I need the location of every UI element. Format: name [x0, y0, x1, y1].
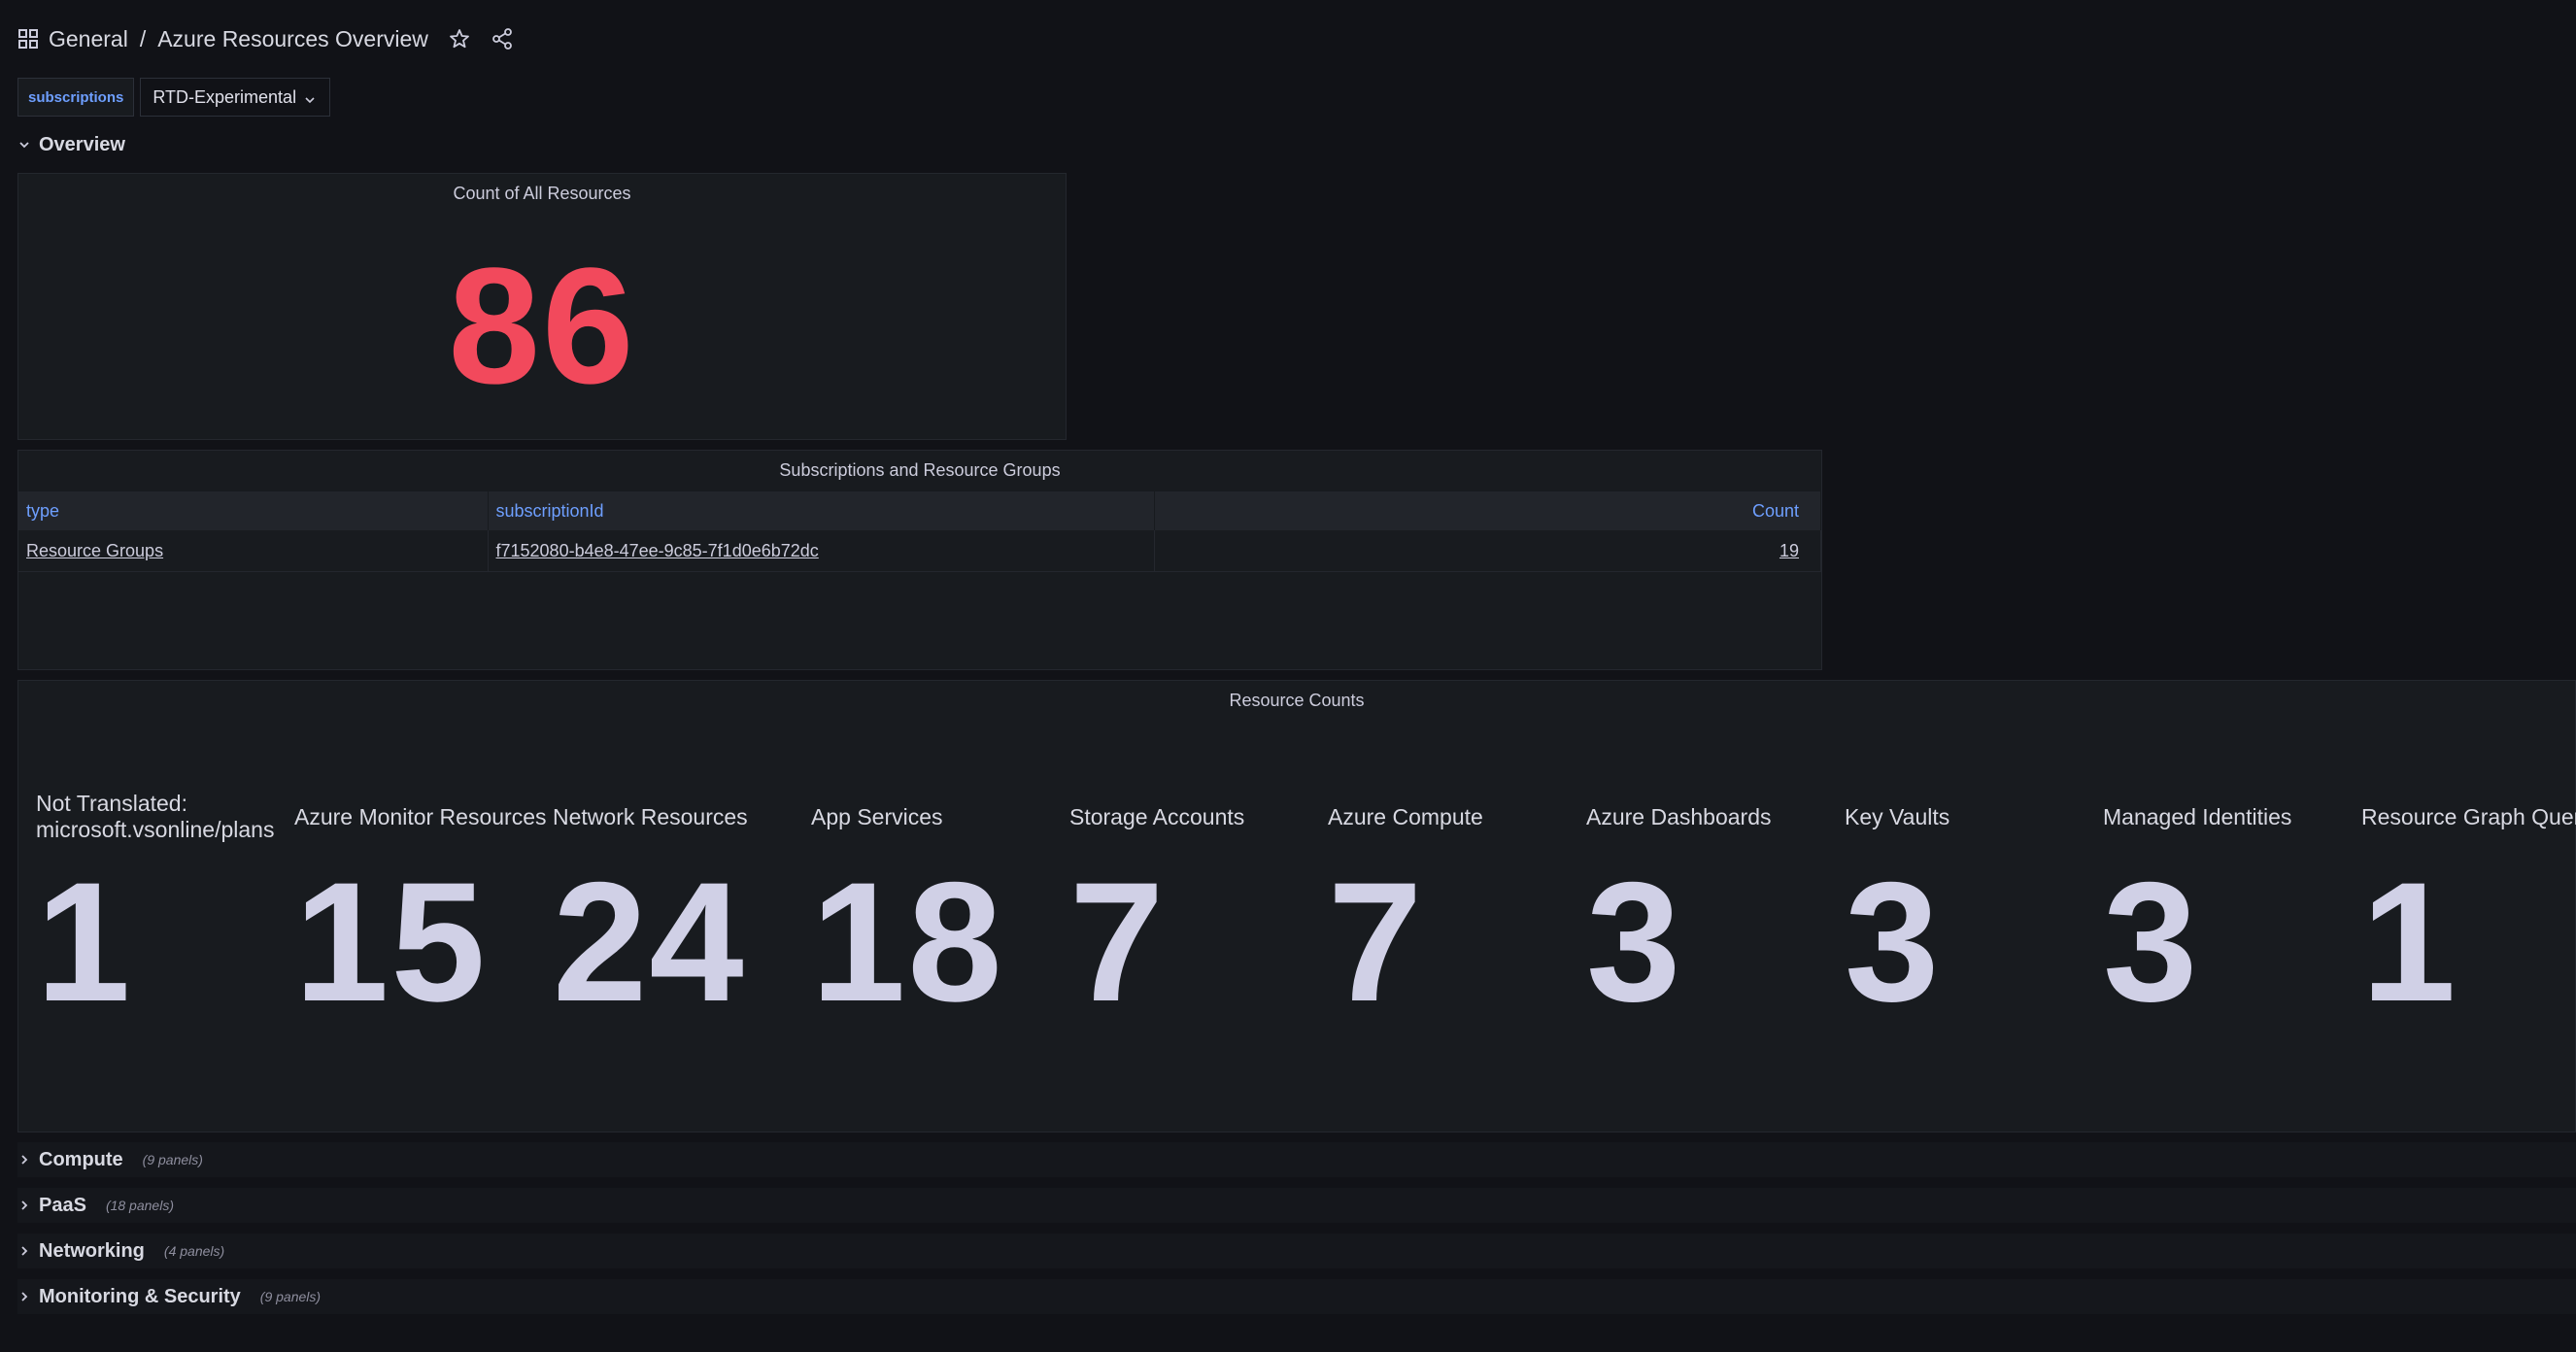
- resource-count-value: 24: [553, 848, 746, 1037]
- resource-count-label: Azure Dashboards: [1586, 803, 1772, 829]
- resource-count-item[interactable]: Azure Monitor Resources 15: [290, 788, 549, 1040]
- panel-subscriptions-resource-groups[interactable]: Subscriptions and Resource Groups type s…: [17, 450, 1822, 670]
- resource-count-item[interactable]: Resource Graph Queries 1: [2357, 788, 2576, 1040]
- column-header-type[interactable]: type: [18, 491, 489, 530]
- resource-count-value: 7: [1328, 848, 1425, 1037]
- breadcrumb-folder[interactable]: General: [49, 26, 128, 52]
- table-cell-subscriptionid: f7152080-b4e8-47ee-9c85-7f1d0e6b72dc: [488, 530, 1155, 572]
- chevron-right-icon: [17, 1199, 31, 1212]
- resource-count-label: Managed Identities: [2103, 803, 2292, 829]
- table-cell-type: Resource Groups: [18, 530, 489, 572]
- panel-count-all-resources[interactable]: Count of All Resources 86: [17, 173, 1067, 440]
- column-header-count[interactable]: Count: [1154, 491, 1821, 530]
- resource-count-item[interactable]: Azure Compute 7: [1324, 788, 1582, 1040]
- resource-count-value: 1: [36, 848, 133, 1037]
- share-icon[interactable]: [491, 27, 514, 51]
- grid-icon[interactable]: [17, 28, 39, 50]
- row-monitoring-security[interactable]: Monitoring & Security (9 panels): [17, 1279, 2576, 1314]
- type-link[interactable]: Resource Groups: [26, 541, 163, 560]
- row-networking[interactable]: Networking (4 panels): [17, 1234, 2576, 1268]
- chevron-down-icon: [17, 138, 31, 152]
- page-title[interactable]: Azure Resources Overview: [157, 26, 428, 52]
- resource-count-item[interactable]: Not Translated: microsoft.vsonline/plans…: [32, 788, 290, 1040]
- table-header-row: type subscriptionId Count: [18, 491, 1821, 530]
- resource-count-item[interactable]: Key Vaults 3: [1841, 788, 2099, 1040]
- dashboard-header: General / Azure Resources Overview: [17, 21, 514, 56]
- resource-count-value: 3: [2103, 848, 2200, 1037]
- row-title: PaaS: [39, 1194, 86, 1216]
- panel-resource-counts[interactable]: Resource Counts Not Translated: microsof…: [17, 680, 2576, 1132]
- row-title: Compute: [39, 1148, 123, 1170]
- column-header-subscriptionid[interactable]: subscriptionId: [488, 491, 1155, 530]
- table-cell-count: 19: [1154, 530, 1821, 572]
- resource-counts-grid: Not Translated: microsoft.vsonline/plans…: [32, 788, 2576, 1040]
- panel-title: Resource Counts: [1229, 691, 1365, 710]
- row-paas[interactable]: PaaS (18 panels): [17, 1188, 2576, 1223]
- resource-count-label: Key Vaults: [1845, 803, 1950, 829]
- panel-title: Count of All Resources: [453, 184, 631, 203]
- row-title: Overview: [39, 133, 125, 155]
- chevron-down-icon: [304, 90, 318, 104]
- chevron-right-icon: [17, 1244, 31, 1258]
- row-title: Networking: [39, 1239, 145, 1262]
- star-icon[interactable]: [448, 27, 471, 51]
- row-panel-count: (9 panels): [142, 1152, 203, 1167]
- resource-count-item[interactable]: Managed Identities 3: [2099, 788, 2357, 1040]
- data-table: type subscriptionId Count Resource Group…: [18, 491, 1821, 572]
- breadcrumb-separator: /: [139, 25, 147, 51]
- row-panel-count: (4 panels): [163, 1243, 225, 1259]
- resource-count-value: 15: [294, 848, 488, 1037]
- variable-label: subscriptions: [17, 78, 135, 117]
- row-overview[interactable]: Overview: [17, 127, 125, 162]
- resource-count-label: Resource Graph Queries: [2361, 803, 2576, 829]
- resource-count-value: 3: [1586, 848, 1683, 1037]
- row-panel-count: (18 panels): [105, 1198, 174, 1213]
- resource-count-value: 3: [1845, 848, 1942, 1037]
- subscription-dropdown-value: RTD-Experimental: [153, 86, 297, 107]
- resource-count-item[interactable]: Azure Dashboards 3: [1582, 788, 1841, 1040]
- resource-count-value: 1: [2361, 848, 2458, 1037]
- resource-count-item[interactable]: Network Resources 24: [549, 788, 807, 1040]
- row-panel-count: (9 panels): [259, 1289, 322, 1304]
- panel-title: Subscriptions and Resource Groups: [779, 460, 1061, 480]
- resource-count-value: 7: [1069, 848, 1167, 1037]
- subscription-dropdown[interactable]: RTD-Experimental: [140, 78, 331, 117]
- row-compute[interactable]: Compute (9 panels): [17, 1142, 2576, 1177]
- resource-count-value: 18: [811, 848, 1004, 1037]
- row-title: Monitoring & Security: [39, 1285, 241, 1307]
- resource-count-label: Azure Monitor Resources: [294, 803, 547, 829]
- resource-count-label: Azure Compute: [1328, 803, 1483, 829]
- chevron-right-icon: [17, 1290, 31, 1303]
- count-link[interactable]: 19: [1779, 541, 1799, 560]
- resource-count-label: Storage Accounts: [1069, 803, 1245, 829]
- table-row: Resource Groups f7152080-b4e8-47ee-9c85-…: [18, 530, 1821, 572]
- chevron-right-icon: [17, 1153, 31, 1166]
- subscription-link[interactable]: f7152080-b4e8-47ee-9c85-7f1d0e6b72dc: [496, 541, 819, 560]
- stat-value: 86: [448, 234, 636, 419]
- resource-count-label: App Services: [811, 803, 943, 829]
- resource-count-item[interactable]: App Services 18: [807, 788, 1066, 1040]
- resource-count-label: Not Translated: microsoft.vsonline/plans: [36, 791, 275, 842]
- resource-count-item[interactable]: Storage Accounts 7: [1066, 788, 1324, 1040]
- variables-bar: subscriptions RTD-Experimental: [17, 78, 331, 117]
- resource-count-label: Network Resources: [553, 803, 748, 829]
